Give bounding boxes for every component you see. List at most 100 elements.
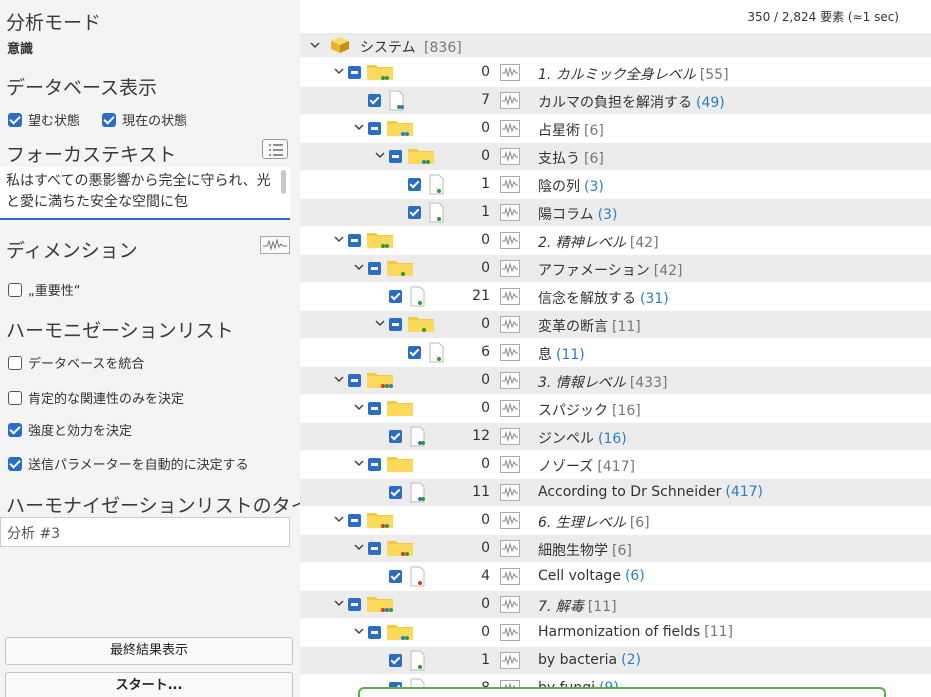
positive-only-checkbox[interactable] [8, 390, 22, 405]
partial-checkbox[interactable] [368, 262, 381, 275]
chevron-down-icon[interactable] [354, 458, 364, 468]
waveform-icon[interactable] [500, 176, 520, 193]
list-title-input[interactable]: 分析 #3 [0, 517, 290, 547]
waveform-icon[interactable] [500, 260, 520, 277]
waveform-icon[interactable] [500, 316, 520, 333]
focus-text-input[interactable]: 私はすべての悪影響から完全に守られ、光と愛に満ちた安全な空間に包 [0, 167, 290, 220]
tree-row[interactable]: 11 According to Dr Schneider (417) [300, 479, 931, 506]
auto-params-option[interactable]: 送信パラメーターを自動的に決定する [8, 454, 249, 473]
chevron-down-icon[interactable] [334, 598, 344, 608]
tree-row[interactable]: 12 ジンペル (16) [300, 423, 931, 450]
item-checkbox[interactable] [408, 346, 421, 359]
waveform-icon[interactable] [500, 372, 520, 389]
item-checkbox[interactable] [389, 570, 402, 583]
partial-checkbox[interactable] [368, 542, 381, 555]
waveform-icon[interactable] [500, 568, 520, 585]
importance-option[interactable]: „重要性“ [8, 280, 80, 299]
tree-row[interactable]: 0 6. 生理レベル [6] [300, 507, 931, 534]
waveform-icon[interactable] [500, 652, 520, 669]
item-checkbox[interactable] [408, 206, 421, 219]
waveform-icon[interactable] [260, 236, 290, 254]
tree-row[interactable]: 1 by bacteria (2) [300, 647, 931, 674]
waveform-icon[interactable] [500, 344, 520, 361]
partial-checkbox[interactable] [348, 234, 361, 247]
tree-row[interactable]: 0 1. カルミック全身レベル [55] [300, 59, 931, 86]
waveform-icon[interactable] [500, 232, 520, 249]
merge-db-option[interactable]: データベースを統合 [8, 353, 144, 372]
partial-checkbox[interactable] [348, 514, 361, 527]
chevron-down-icon[interactable] [334, 374, 344, 384]
chevron-down-icon[interactable] [375, 150, 385, 160]
partial-checkbox[interactable] [348, 66, 361, 79]
focus-text-scrollbar[interactable] [281, 170, 286, 194]
tree-row[interactable]: 4 Cell voltage (6) [300, 563, 931, 590]
auto-params-checkbox[interactable] [8, 456, 22, 471]
waveform-icon[interactable] [500, 484, 520, 501]
waveform-icon[interactable] [500, 596, 520, 613]
tree-row[interactable]: 0 変革の断言 [11] [300, 311, 931, 338]
tree-row[interactable]: 7 カルマの負担を解消する (49) [300, 87, 931, 114]
tree-row[interactable]: 0 占星術 [6] [300, 115, 931, 142]
merge-db-checkbox[interactable] [8, 355, 22, 370]
partial-checkbox[interactable] [368, 626, 381, 639]
partial-checkbox[interactable] [368, 402, 381, 415]
tree-row[interactable]: 1 陽コラム (3) [300, 199, 931, 226]
item-checkbox[interactable] [389, 290, 402, 303]
chevron-down-icon[interactable] [334, 66, 344, 76]
partial-checkbox[interactable] [368, 122, 381, 135]
tree-row[interactable]: 0 7. 解毒 [11] [300, 591, 931, 618]
final-results-button[interactable]: 最終結果表示 [5, 637, 293, 665]
desired-state-option[interactable]: 望む状態 現在の状態 [8, 110, 187, 129]
partial-checkbox[interactable] [389, 150, 402, 163]
current-state-checkbox[interactable] [102, 112, 117, 127]
list-icon[interactable] [262, 139, 288, 159]
tree-row[interactable]: 0 2. 精神レベル [42] [300, 227, 931, 254]
chevron-down-icon[interactable] [354, 402, 364, 412]
waveform-icon[interactable] [500, 288, 520, 305]
desired-state-checkbox[interactable] [8, 112, 22, 127]
tree-row[interactable]: 0 支払う [6] [300, 143, 931, 170]
waveform-icon[interactable] [500, 456, 520, 473]
chevron-down-icon[interactable] [354, 262, 364, 272]
waveform-icon[interactable] [500, 540, 520, 557]
item-checkbox[interactable] [389, 430, 402, 443]
waveform-icon[interactable] [500, 624, 520, 641]
tree-row[interactable]: 0 スパジック [16] [300, 395, 931, 422]
tree-row[interactable]: 6 息 (11) [300, 339, 931, 366]
item-checkbox[interactable] [408, 178, 421, 191]
partial-checkbox[interactable] [368, 458, 381, 471]
item-checkbox[interactable] [389, 654, 402, 667]
tree-row[interactable]: 0 Harmonization of fields [11] [300, 619, 931, 646]
partial-checkbox[interactable] [389, 318, 402, 331]
chevron-down-icon[interactable] [354, 542, 364, 552]
waveform-icon[interactable] [500, 148, 520, 165]
positive-only-option[interactable]: 肯定的な関連性のみを決定 [8, 388, 184, 407]
chevron-down-icon[interactable] [375, 318, 385, 328]
analysis-mode-value[interactable]: 意識 [7, 38, 33, 57]
chevron-down-icon[interactable] [354, 122, 364, 132]
start-button[interactable]: スタート... [5, 672, 293, 697]
tree-row[interactable]: 1 陰の列 (3) [300, 171, 931, 198]
chevron-down-icon[interactable] [334, 234, 344, 244]
item-checkbox[interactable] [389, 486, 402, 499]
waveform-icon[interactable] [500, 64, 520, 81]
tree-row[interactable]: 0 細胞生物学 [6] [300, 535, 931, 562]
strength-efficacy-checkbox[interactable] [8, 422, 22, 437]
item-checkbox[interactable] [368, 94, 381, 107]
waveform-icon[interactable] [500, 428, 520, 445]
waveform-icon[interactable] [500, 204, 520, 221]
waveform-icon[interactable] [500, 120, 520, 137]
tree-row[interactable]: 21 信念を解放する (31) [300, 283, 931, 310]
strength-efficacy-option[interactable]: 強度と効力を決定 [8, 420, 132, 439]
tree-row[interactable]: 0 3. 情報レベル [433] [300, 367, 931, 394]
chevron-down-icon[interactable] [354, 626, 364, 636]
partial-checkbox[interactable] [348, 598, 361, 611]
partial-checkbox[interactable] [348, 374, 361, 387]
chevron-down-icon[interactable] [310, 40, 320, 50]
waveform-icon[interactable] [500, 512, 520, 529]
tree-row[interactable]: 0 アファメーション [42] [300, 255, 931, 282]
chevron-down-icon[interactable] [334, 514, 344, 524]
tree-root-row[interactable]: システム [836] [300, 33, 931, 57]
waveform-icon[interactable] [500, 92, 520, 109]
waveform-icon[interactable] [500, 400, 520, 417]
